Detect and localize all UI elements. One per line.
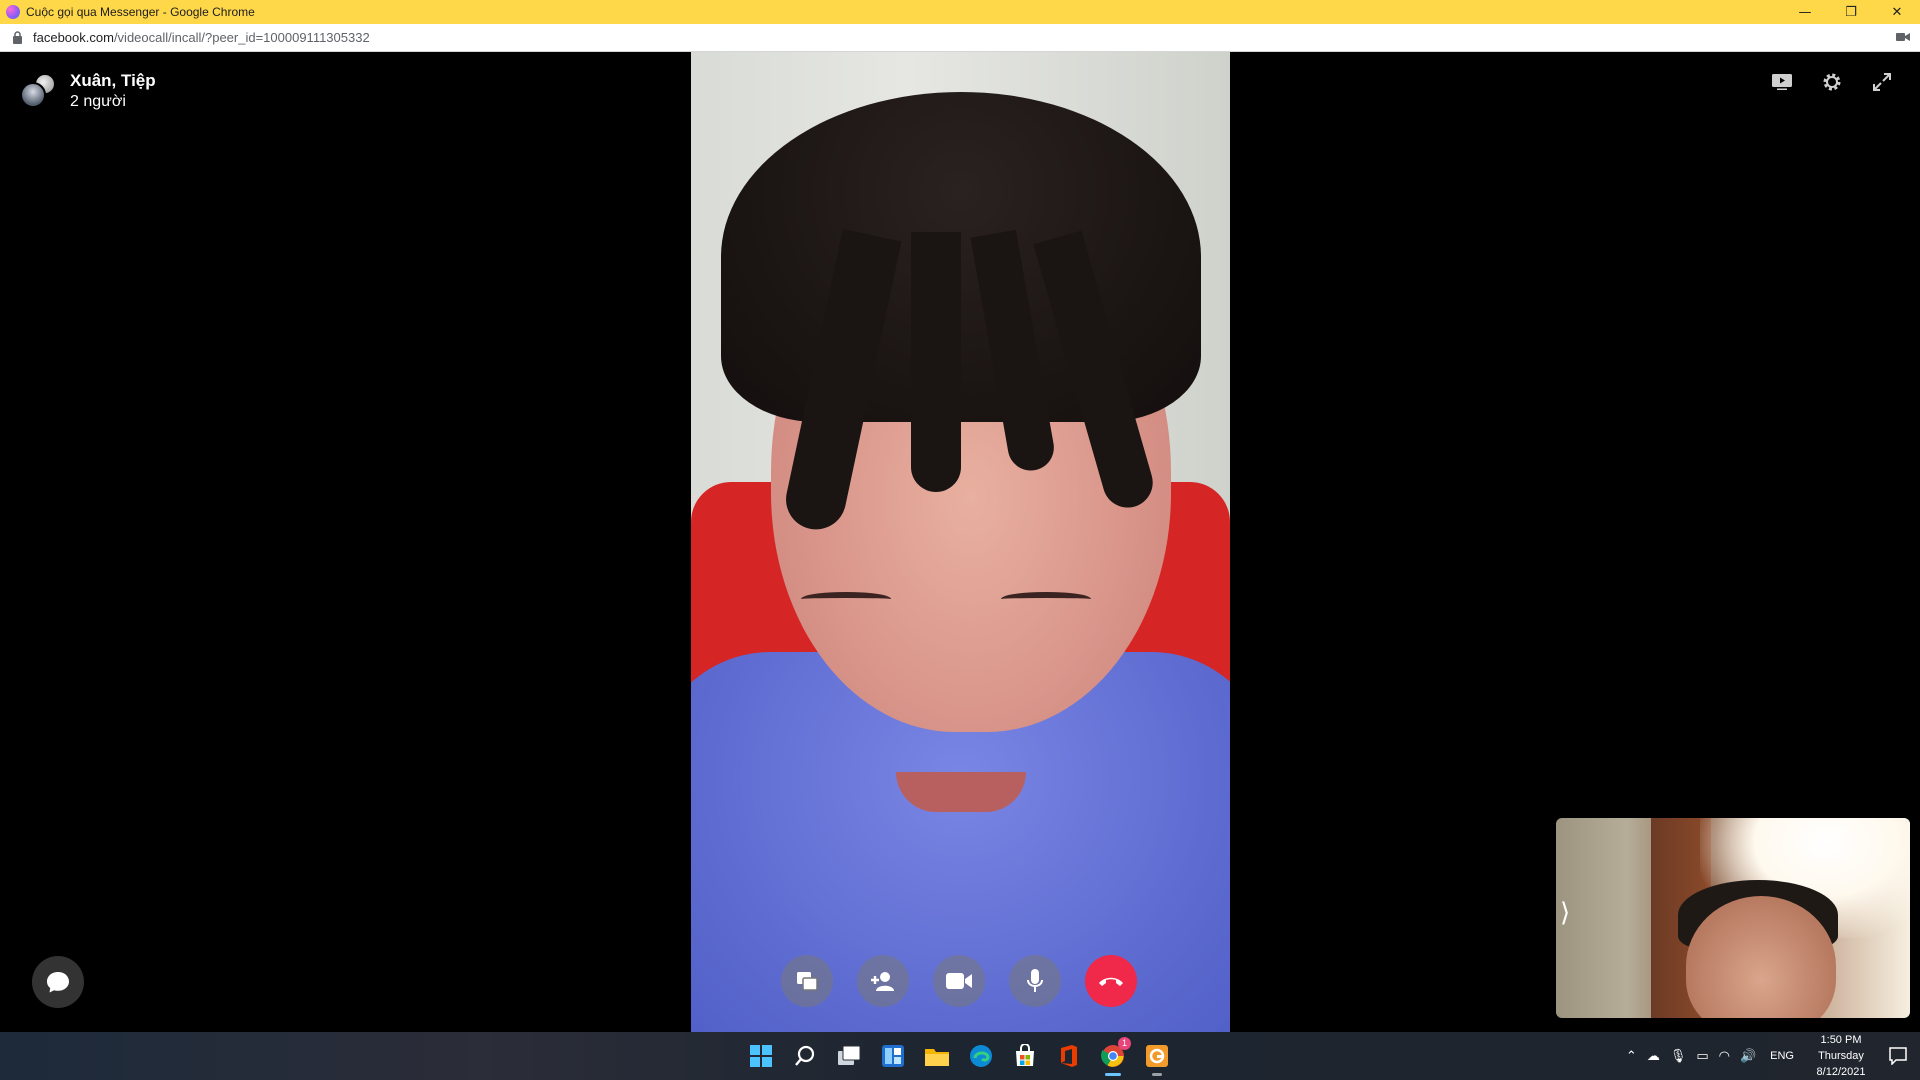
screen-share-icon [797, 972, 818, 991]
task-view-icon[interactable] [833, 1040, 865, 1072]
chat-button[interactable] [32, 956, 84, 1008]
restore-button[interactable]: ❐ [1828, 0, 1874, 24]
clock[interactable]: 1:50 PM Thursday 8/12/2021 [1806, 1032, 1876, 1080]
chrome-icon[interactable]: 1 [1097, 1037, 1131, 1076]
video-eye-left [801, 592, 891, 606]
system-tray: ⌃ ☁ 🎙 ▭ ◠ 🔊 ENG 1:50 PM Thursday 8/12/20… [1626, 1032, 1920, 1080]
camera-button[interactable] [933, 955, 985, 1007]
end-call-button[interactable] [1085, 955, 1137, 1007]
windows-start-icon[interactable] [745, 1040, 777, 1072]
participants-name: Xuân, Tiệp [70, 71, 156, 90]
volume-icon[interactable]: 🔊 [1740, 1049, 1756, 1064]
clock-day: Thursday [1818, 1050, 1864, 1062]
call-info: Xuân, Tiệp 2 người [70, 70, 156, 112]
chat-bubble-icon [47, 972, 69, 993]
video-camera-icon [946, 973, 972, 989]
microphone-tray-icon[interactable]: 🎙 [1670, 1049, 1687, 1064]
url-domain: facebook.com [33, 30, 114, 45]
video-hair-strand [911, 232, 961, 492]
share-screen-button[interactable] [781, 955, 833, 1007]
onedrive-icon[interactable]: ☁ [1647, 1049, 1660, 1064]
clock-date: 8/12/2021 [1816, 1066, 1866, 1078]
search-icon[interactable] [789, 1040, 821, 1072]
microsoft-store-icon[interactable] [1009, 1040, 1041, 1072]
close-button[interactable]: ✕ [1874, 0, 1920, 24]
url-path: /videocall/incall/?peer_id=1000091113053… [113, 30, 370, 45]
address-bar[interactable]: facebook.com/videocall/incall/?peer_id=1… [0, 24, 1920, 52]
wifi-icon[interactable]: ◠ [1719, 1049, 1730, 1064]
call-header: Xuân, Tiệp 2 người [20, 70, 156, 112]
chrome-notification-badge: 1 [1118, 1037, 1131, 1050]
settings-icon[interactable] [1818, 68, 1846, 96]
orange-app-icon[interactable] [1141, 1040, 1173, 1076]
group-avatar [20, 73, 56, 109]
fullscreen-icon[interactable] [1868, 68, 1896, 96]
clock-time: 1:50 PM [1820, 1034, 1862, 1046]
file-explorer-icon[interactable] [921, 1040, 953, 1072]
messenger-icon [6, 5, 20, 19]
remote-video [691, 52, 1230, 1032]
video-call-stage: Xuân, Tiệp 2 người ⟩ [0, 52, 1920, 1032]
notification-center-icon[interactable] [1876, 1047, 1920, 1065]
taskbar-apps: 1 [745, 1037, 1173, 1076]
video-hair [721, 92, 1201, 422]
self-view-video[interactable]: ⟩ [1556, 818, 1910, 1018]
camera-in-use-icon[interactable] [1896, 32, 1910, 42]
avatar-2 [20, 82, 46, 108]
show-hidden-icons-chevron-icon[interactable]: ⌃ [1626, 1049, 1637, 1064]
screen-share-view-icon[interactable] [1768, 68, 1796, 96]
url-text[interactable]: facebook.com/videocall/incall/?peer_id=1… [33, 30, 370, 45]
widgets-icon[interactable] [877, 1040, 909, 1072]
microphone-button[interactable] [1009, 955, 1061, 1007]
battery-icon[interactable]: ▭ [1696, 1049, 1708, 1064]
phone-hangup-icon [1099, 977, 1123, 986]
call-controls [781, 955, 1137, 1007]
language-indicator[interactable]: ENG [1770, 1050, 1794, 1062]
video-mouth [896, 772, 1026, 812]
minimize-button[interactable]: — [1782, 0, 1828, 24]
lock-icon [13, 31, 22, 44]
collapse-self-view-button[interactable]: ⟩ [1560, 898, 1570, 928]
windows-taskbar: 1 ⌃ ☁ 🎙 ▭ ◠ 🔊 ENG 1:50 PM Thursday 8/12/… [0, 1032, 1920, 1080]
microphone-icon [1027, 969, 1043, 992]
add-person-button[interactable] [857, 955, 909, 1007]
running-indicator [1105, 1073, 1121, 1076]
top-tools [1768, 68, 1896, 96]
window-controls: — ❐ ✕ [1782, 0, 1920, 24]
participants-count: 2 người [70, 93, 126, 110]
office-icon[interactable] [1053, 1040, 1085, 1072]
edge-icon[interactable] [965, 1040, 997, 1072]
running-indicator [1152, 1073, 1162, 1076]
add-person-icon [871, 972, 894, 991]
browser-title-bar: Cuộc gọi qua Messenger - Google Chrome —… [0, 0, 1920, 24]
window-title: Cuộc gọi qua Messenger - Google Chrome [26, 5, 255, 19]
video-eye-right [1001, 592, 1091, 606]
